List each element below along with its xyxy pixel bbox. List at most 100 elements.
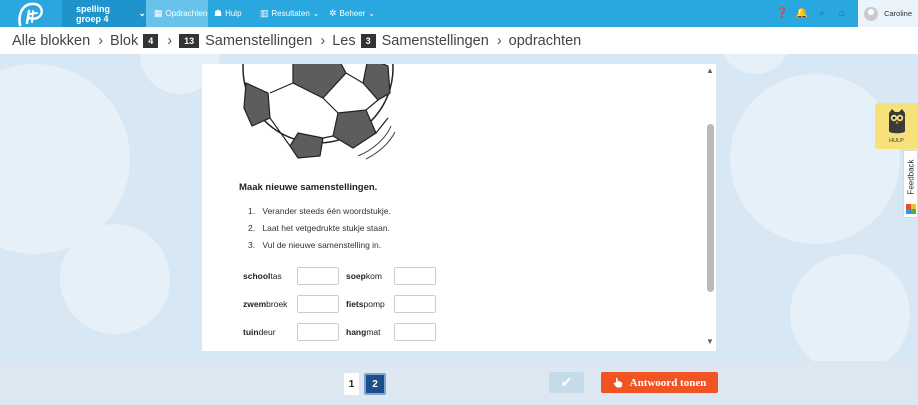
background-bubble	[730, 74, 900, 244]
step-number: 3.	[248, 240, 256, 250]
owl-icon: ☗	[214, 8, 223, 18]
answer-field-hangmat[interactable]	[394, 323, 436, 341]
hand-pointer-icon	[613, 377, 622, 388]
help-tab-label: HULP	[889, 138, 904, 144]
scroll-down-arrow-icon[interactable]: ▼	[705, 337, 715, 347]
compound-word: zwembroek	[243, 299, 287, 309]
nav-item-resultaten[interactable]: ▥ Resultaten ⌄	[260, 0, 322, 27]
exercise-card: Maak nieuwe samenstellingen. 1. Verander…	[202, 64, 716, 351]
breadcrumb-all-blocks[interactable]: Alle blokken	[12, 33, 90, 49]
username: Caroline	[884, 9, 912, 18]
nav-label: Opdrachten	[165, 9, 208, 18]
course-selector[interactable]: spelling groep 4 ⌄	[62, 0, 146, 27]
background-bubble	[60, 224, 170, 334]
breadcrumb-section[interactable]: Samenstellingen	[382, 33, 489, 49]
step-number: 1.	[248, 206, 256, 216]
word-fixed-part: hang	[346, 327, 367, 337]
lesson-number-badge: 13	[179, 33, 200, 48]
football-image	[242, 64, 396, 160]
word-changeable-part: deur	[258, 327, 276, 337]
breadcrumb-separator: ›	[98, 32, 104, 49]
compound-word: schooltas	[243, 271, 282, 281]
compound-word: fietspomp	[346, 299, 385, 309]
word-changeable-part: pomp	[363, 299, 385, 309]
breadcrumb-les-label[interactable]: Les	[332, 33, 355, 49]
search-icon[interactable]: ⌕	[814, 6, 830, 22]
help-icon[interactable]: ❓	[774, 6, 790, 22]
pit-logo-icon	[18, 2, 43, 27]
help-tab[interactable]: HULP	[875, 103, 918, 149]
step-text: Laat het vetgedrukte stukje staan.	[262, 223, 390, 233]
les-number-badge: 3	[360, 33, 376, 48]
show-answer-label: Antwoord tonen	[629, 376, 707, 389]
feedback-label: Feedback	[906, 159, 916, 195]
compound-word: hangmat	[346, 327, 380, 337]
blok-number-badge: 4	[143, 33, 159, 48]
compound-word: tuindeur	[243, 327, 276, 337]
breadcrumb-current: opdrachten	[508, 32, 582, 49]
course-label: spelling groep 4	[76, 3, 111, 24]
top-right-tools: ❓ 🔔 ⌕ ⌂ Caroline	[774, 0, 918, 27]
word-fixed-part: school	[243, 271, 271, 281]
bottom-bar	[0, 361, 918, 405]
answer-field-zwembroek[interactable]	[297, 295, 339, 313]
answer-field-schooltas[interactable]	[297, 267, 339, 285]
task-title: Maak nieuwe samenstellingen.	[239, 182, 378, 193]
word-changeable-part: mat	[366, 327, 381, 337]
word-changeable-part: kom	[365, 271, 382, 281]
top-navigation-bar: spelling groep 4 ⌄ ▦ Opdrachten ☗ Hulp ▥…	[0, 0, 918, 27]
nav-item-beheer[interactable]: ✲ Beheer ⌄	[329, 0, 381, 27]
breadcrumb-blok-label[interactable]: Blok	[110, 33, 138, 49]
checkmark-icon: ✔	[560, 374, 573, 390]
user-menu[interactable]: Caroline	[858, 0, 918, 27]
chart-icon: ▥	[260, 8, 269, 18]
nav-item-opdrachten[interactable]: ▦ Opdrachten	[146, 0, 208, 27]
word-fixed-part: tuin	[243, 327, 259, 337]
instruction-step: 3. Vul de nieuwe samenstelling in.	[248, 240, 391, 257]
owl-icon	[889, 109, 905, 134]
word-fixed-part: soep	[346, 271, 366, 281]
step-number: 2.	[248, 223, 256, 233]
answer-field-fietspomp[interactable]	[394, 295, 436, 313]
show-answer-button[interactable]: Antwoord tonen	[601, 372, 718, 393]
chevron-down-icon: ⌄	[312, 9, 320, 18]
avatar	[864, 6, 879, 21]
compound-word: soepkom	[346, 271, 382, 281]
scroll-up-arrow-icon[interactable]: ▲	[705, 66, 715, 76]
breadcrumb-lesson-name[interactable]: Samenstellingen	[205, 33, 312, 49]
word-changeable-part: broek	[266, 299, 288, 309]
instruction-step: 2. Laat het vetgedrukte stukje staan.	[248, 223, 391, 240]
answer-field-tuindeur[interactable]	[297, 323, 339, 341]
nav-label: Resultaten	[271, 9, 310, 18]
pit-logo[interactable]	[0, 0, 62, 27]
feedback-icon	[906, 204, 916, 214]
page-button-1[interactable]: 1	[344, 373, 359, 395]
breadcrumb-separator: ›	[167, 32, 173, 49]
instruction-list: 1. Verander steeds één woordstukje. 2. L…	[248, 206, 391, 257]
breadcrumb: Alle blokken › Blok 4 › 13 Samenstelling…	[0, 27, 918, 54]
chevron-down-icon: ⌄	[138, 8, 146, 18]
background-bubble	[720, 54, 790, 74]
answer-field-soepkom[interactable]	[394, 267, 436, 285]
background-bubble	[790, 254, 910, 361]
word-fixed-part: fiets	[346, 299, 364, 309]
gear-icon: ✲	[329, 8, 337, 18]
nav-label: Beheer	[339, 9, 366, 18]
breadcrumb-separator: ›	[496, 32, 502, 49]
home-icon[interactable]: ⌂	[834, 6, 850, 22]
step-text: Verander steeds één woordstukje.	[262, 206, 391, 216]
step-text: Vul de nieuwe samenstelling in.	[262, 240, 382, 250]
chevron-down-icon: ⌄	[368, 9, 376, 18]
nav-label: Hulp	[225, 9, 242, 18]
feedback-tab[interactable]: Feedback	[903, 150, 918, 218]
word-fixed-part: zwem	[243, 299, 267, 309]
check-answer-button[interactable]: ✔	[549, 372, 584, 393]
notification-icon[interactable]: 🔔	[794, 6, 810, 22]
page-button-2-active[interactable]: 2	[364, 373, 386, 395]
assignment-icon: ▦	[154, 8, 163, 18]
nav-item-hulp[interactable]: ☗ Hulp	[214, 0, 254, 27]
breadcrumb-separator: ›	[320, 32, 326, 49]
instruction-step: 1. Verander steeds één woordstukje.	[248, 206, 391, 223]
word-changeable-part: tas	[270, 271, 282, 281]
scrollbar-thumb[interactable]	[707, 124, 714, 292]
